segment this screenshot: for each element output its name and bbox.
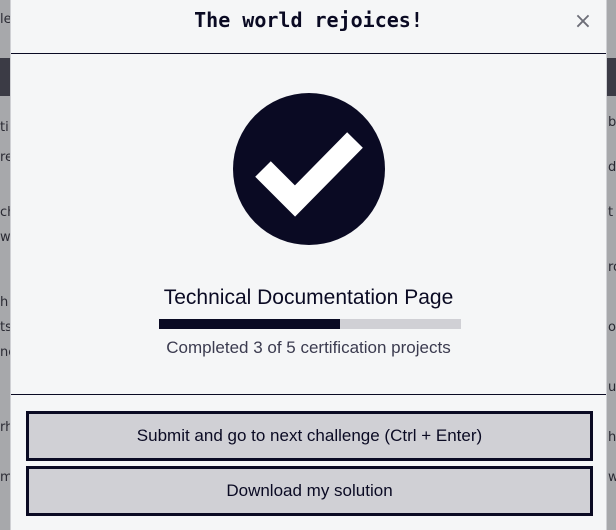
modal-header: The world rejoices! ×	[11, 0, 606, 54]
background-text-fragment: d	[608, 160, 616, 175]
progress-text: Completed 3 of 5 certification projects	[166, 338, 451, 357]
background-text-fragment: w	[608, 470, 616, 485]
close-button[interactable]: ×	[572, 11, 594, 33]
progress-bar-fill	[159, 319, 341, 329]
background-text-fragment: ov	[608, 320, 616, 335]
modal-title: The world rejoices!	[194, 8, 423, 32]
completion-modal: The world rejoices! × Technical Document…	[10, 0, 607, 530]
background-text-fragment: b	[608, 115, 616, 130]
download-solution-button[interactable]: Download my solution	[26, 466, 593, 516]
background-text-fragment: ti	[0, 120, 9, 135]
background-text-fragment: t	[608, 205, 614, 220]
modal-divider	[11, 394, 606, 395]
background-text-fragment: ro	[608, 260, 616, 275]
progress-bar	[159, 319, 461, 329]
project-title: Technical Documentation Page	[163, 286, 454, 309]
background-text-fragment: h	[0, 295, 9, 310]
background-text-fragment: ui	[608, 380, 616, 395]
submit-next-challenge-button[interactable]: Submit and go to next challenge (Ctrl + …	[26, 411, 593, 461]
checkmark-icon	[233, 93, 385, 245]
background-text-fragment: h	[608, 430, 616, 445]
